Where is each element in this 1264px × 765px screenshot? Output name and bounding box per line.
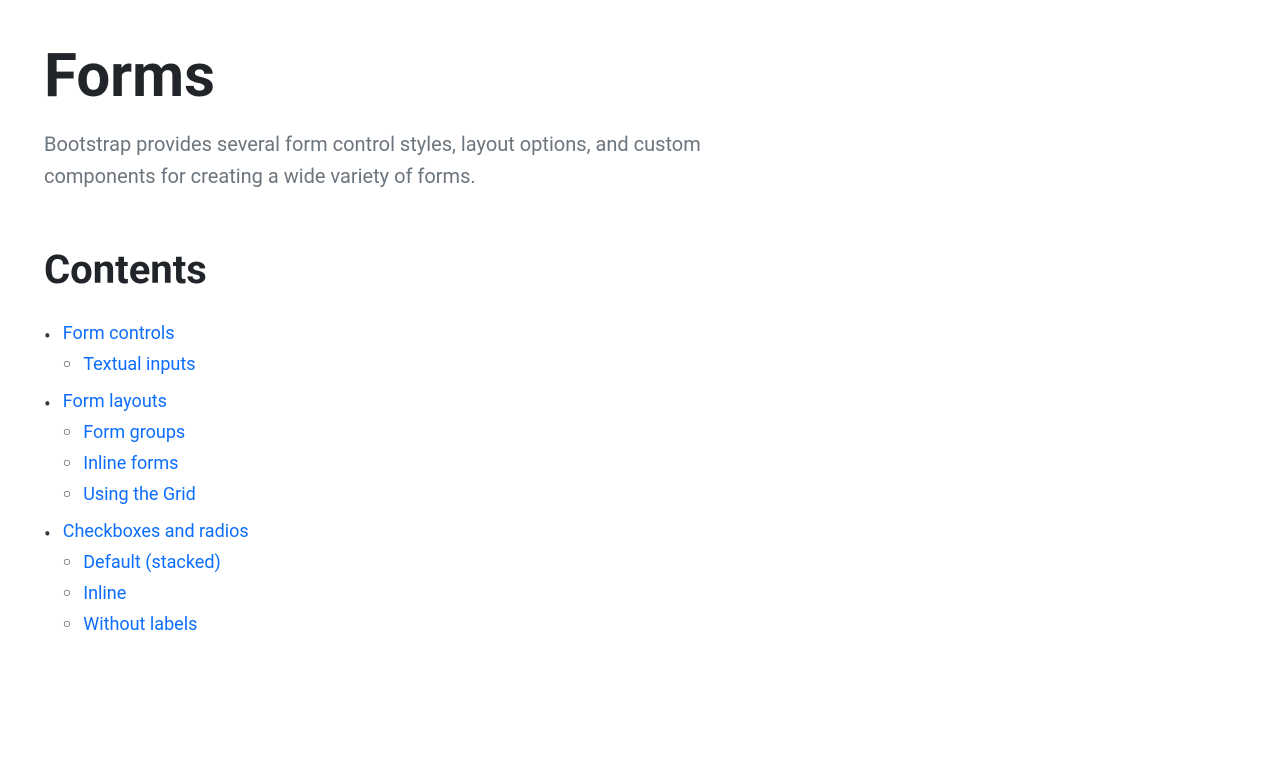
- bullet-open-icon-2-1: ○: [63, 582, 71, 604]
- bullet-open-icon-1-2: ○: [63, 483, 71, 505]
- sub-item-2-2: ○ Without labels: [63, 611, 249, 638]
- sub-item-2-0: ○ Default (stacked): [63, 549, 249, 576]
- sub-list-2: ○ Default (stacked) ○ Inline ○ Without labels: [63, 549, 249, 642]
- bullet-open-icon-1-1: ○: [63, 452, 71, 474]
- sub-item-1-0: ○ Form groups: [63, 419, 196, 446]
- sub-link-2-1[interactable]: Inline: [83, 580, 126, 607]
- bullet-filled-icon-1: •: [44, 390, 51, 418]
- sub-link-2-2[interactable]: Without labels: [83, 611, 197, 638]
- sub-link-2-0[interactable]: Default (stacked): [83, 549, 221, 576]
- sub-link-1-1[interactable]: Inline forms: [83, 450, 178, 477]
- top-level-link-2[interactable]: Checkboxes and radios: [63, 518, 249, 545]
- bullet-open-icon-0-0: ○: [63, 353, 71, 375]
- sub-item-0-0: ○ Textual inputs: [63, 351, 196, 378]
- sub-item-1-2: ○ Using the Grid: [63, 481, 196, 508]
- top-level-link-1[interactable]: Form layouts: [63, 388, 196, 415]
- contents-list: • Form controls ○ Textual inputs • Form layou…: [44, 320, 1220, 642]
- contents-top-item-1: • Form layouts ○ Form groups ○ Inline forms ○ U…: [44, 388, 1220, 512]
- bullet-open-icon-1-0: ○: [63, 421, 71, 443]
- sub-link-1-2[interactable]: Using the Grid: [83, 481, 196, 508]
- sub-item-2-1: ○ Inline: [63, 580, 249, 607]
- sub-item-1-1: ○ Inline forms: [63, 450, 196, 477]
- contents-top-item-0: • Form controls ○ Textual inputs: [44, 320, 1220, 382]
- sub-list-1: ○ Form groups ○ Inline forms ○ Using the Grid: [63, 419, 196, 512]
- page-container: Forms Bootstrap provides several form co…: [0, 0, 1264, 688]
- contents-heading: Contents: [44, 240, 1220, 300]
- bullet-filled-icon-0: •: [44, 322, 51, 350]
- top-level-link-0[interactable]: Form controls: [63, 320, 196, 347]
- top-item-wrapper-0: Form controls ○ Textual inputs: [63, 320, 196, 382]
- page-description: Bootstrap provides several form control …: [44, 128, 804, 192]
- bullet-filled-icon-2: •: [44, 520, 51, 548]
- page-title: Forms: [44, 40, 1220, 112]
- bullet-open-icon-2-2: ○: [63, 613, 71, 635]
- top-item-wrapper-1: Form layouts ○ Form groups ○ Inline forms ○ Us…: [63, 388, 196, 512]
- sub-link-0-0[interactable]: Textual inputs: [83, 351, 195, 378]
- sub-list-0: ○ Textual inputs: [63, 351, 196, 382]
- sub-link-1-0[interactable]: Form groups: [83, 419, 185, 446]
- bullet-open-icon-2-0: ○: [63, 551, 71, 573]
- contents-top-item-2: • Checkboxes and radios ○ Default (stacked)…: [44, 518, 1220, 642]
- top-item-wrapper-2: Checkboxes and radios○Default (stacked)○…: [63, 518, 249, 642]
